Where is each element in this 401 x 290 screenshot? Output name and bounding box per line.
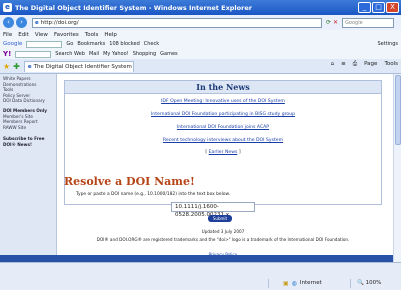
address-bar: ‹ › e http://doi.org/ ⟳ ✕ Google <box>0 15 401 30</box>
sidebar-members-heading: DOI Members Only <box>3 107 47 113</box>
menu-file[interactable]: File <box>3 32 12 38</box>
status-divider <box>268 279 269 288</box>
stop-icon[interactable]: ✕ <box>333 19 338 26</box>
google-logo: Google <box>3 41 23 47</box>
submit-button[interactable]: Submit <box>208 215 232 222</box>
google-toolbar: Google Go Bookmarks 108 blocked Check Se… <box>0 39 401 49</box>
page-footer-bar <box>0 255 393 262</box>
status-row: ▣ ◍ Internet 🔍 100% <box>0 277 401 289</box>
tab-bar: ★ ✚ e The Digital Object Identifier Syst… <box>0 59 401 74</box>
news-heading: In the News <box>65 81 381 94</box>
lock-icon: ▣ <box>283 279 289 287</box>
vertical-scrollbar[interactable] <box>393 74 401 262</box>
add-favorites-icon[interactable]: ✚ <box>13 62 20 71</box>
globe-icon: ◍ <box>291 279 297 287</box>
news-link[interactable]: International DOI Foundation joins ACAP <box>65 125 381 130</box>
back-button[interactable]: ‹ <box>3 17 14 28</box>
google-search-input[interactable] <box>26 40 63 48</box>
games-button[interactable]: Games <box>160 51 178 57</box>
minimize-button[interactable]: _ <box>358 2 371 13</box>
menu-help[interactable]: Help <box>104 32 117 38</box>
menu-view[interactable]: View <box>35 32 48 38</box>
tab-page-icon: e <box>27 63 32 70</box>
menu-favorites[interactable]: Favorites <box>54 32 79 38</box>
yahoo-logo: Y! <box>3 50 12 58</box>
scrollbar-thumb[interactable] <box>395 75 401 145</box>
maximize-button[interactable]: □ <box>372 2 385 13</box>
page-content: White Papers Demonstrations Tools Policy… <box>0 74 401 262</box>
zoom-value: 100% <box>365 280 382 286</box>
menu-edit[interactable]: Edit <box>18 32 29 38</box>
news-link[interactable]: Recent technology interviews about the D… <box>65 138 381 143</box>
url-field[interactable]: e http://doi.org/ <box>32 17 322 28</box>
home-icon[interactable]: ⌂ <box>331 61 335 68</box>
bookmarks-button[interactable]: Bookmarks <box>77 41 105 47</box>
mail-button[interactable]: Mail <box>89 51 99 57</box>
page-menu[interactable]: Page <box>364 61 377 68</box>
earlier-news-link[interactable]: Earlier News <box>209 150 238 155</box>
zoom-level[interactable]: 🔍 100% <box>357 277 381 289</box>
favorites-star-icon[interactable]: ★ <box>3 62 10 71</box>
tools-menu[interactable]: Tools <box>384 61 398 68</box>
sidebar-subscribe-link[interactable]: Subscribe to Free DOI® News! <box>3 136 53 147</box>
resolve-heading: Resolve a DOI Name! <box>64 175 195 188</box>
shopping-button[interactable]: Shopping <box>133 51 156 57</box>
check-button[interactable]: Check <box>144 41 159 47</box>
url-text: http://doi.org/ <box>40 19 79 26</box>
tab-doi-system[interactable]: e The Digital Object Identifier System <box>23 60 134 72</box>
yahoo-toolbar: Y! Search Web Mail My Yahoo! Shopping Ga… <box>0 49 401 59</box>
menu-tools[interactable]: Tools <box>85 32 99 38</box>
zone-label: Internet <box>299 280 322 286</box>
updated-date: Updated 3 July 2007 <box>201 229 245 234</box>
window-title: The Digital Object Identifier System - W… <box>15 3 252 12</box>
news-link[interactable]: International DOI Foundation participati… <box>65 112 381 117</box>
feeds-icon[interactable]: ≡ <box>341 61 346 68</box>
menu-bar: File Edit View Favorites Tools Help <box>0 30 401 39</box>
resolve-section: Resolve a DOI Name! Type or paste a DOI … <box>64 175 382 257</box>
close-button[interactable]: X <box>386 2 399 13</box>
yahoo-search-input[interactable] <box>15 50 52 58</box>
earlier-news: [ Earlier News ] <box>205 150 241 155</box>
ie-icon: e <box>3 3 12 12</box>
command-bar: ⌂ ≡ ⎙ Page Tools <box>331 61 398 68</box>
forward-button[interactable]: › <box>16 17 27 28</box>
resolve-instructions: Type or paste a DOI name (e.g., 10.1000/… <box>76 192 231 197</box>
news-link[interactable]: IDF Open Meeting: Innovative uses of the… <box>65 99 381 104</box>
trademark-notice: DOI® and DOI.ORG® are registered tradema… <box>96 237 350 242</box>
sidebar: White Papers Demonstrations Tools Policy… <box>0 74 57 262</box>
print-icon[interactable]: ⎙ <box>353 61 357 68</box>
status-divider <box>350 279 351 288</box>
my-yahoo-button[interactable]: My Yahoo! <box>103 51 129 57</box>
window-controls: _ □ X <box>358 2 399 13</box>
refresh-icon[interactable]: ⟳ <box>326 19 331 26</box>
sidebar-item-raww-site[interactable]: RAWW Site <box>3 125 53 131</box>
sidebar-item-data-dictionary[interactable]: DOI Data Dictionary <box>3 98 53 104</box>
status-bar: ▣ ◍ Internet 🔍 100% <box>0 262 401 290</box>
search-web-button[interactable]: Search Web <box>55 51 85 57</box>
go-button[interactable]: Go <box>66 41 73 47</box>
security-zone[interactable]: ▣ ◍ Internet <box>283 277 322 289</box>
popup-blocked-button[interactable]: 108 blocked <box>109 41 139 47</box>
title-bar: e The Digital Object Identifier System -… <box>0 0 401 15</box>
zoom-icon: 🔍 <box>357 280 364 286</box>
page-icon: e <box>35 19 39 26</box>
search-input[interactable]: Google <box>342 17 395 28</box>
settings-button[interactable]: Settings <box>377 41 398 47</box>
tab-title: The Digital Object Identifier System <box>33 63 132 70</box>
doi-input[interactable]: 10.1111/j.1600-0528.2005.00231.x <box>171 202 255 218</box>
